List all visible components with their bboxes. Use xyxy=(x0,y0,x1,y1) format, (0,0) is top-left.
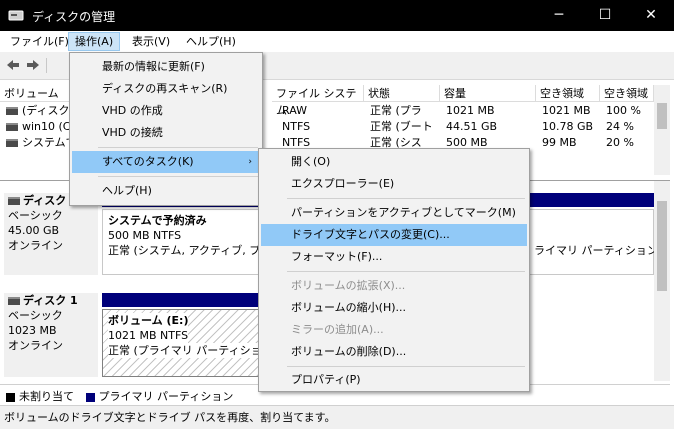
menu-mark-active[interactable]: パーティションをアクティブとしてマーク(M) xyxy=(261,202,527,224)
volume-list-scrollbar[interactable] xyxy=(654,85,670,175)
partition-size: 1021 MB NTFS xyxy=(108,328,189,343)
row-free-pct: 20 % xyxy=(606,136,634,149)
toolbar-separator xyxy=(46,58,47,73)
maximize-button[interactable]: ☐ xyxy=(582,0,628,31)
menu-shrink-volume[interactable]: ボリュームの縮小(H)... xyxy=(261,297,527,319)
partition-status: 正常 (プライマリ パーティション) xyxy=(108,343,277,358)
partition-status: 正常 (システム, アクティブ, プライ xyxy=(108,244,266,257)
menu-separator xyxy=(98,147,258,148)
menu-separator xyxy=(287,271,525,272)
window-title: ディスクの管理 xyxy=(32,10,116,24)
menu-action[interactable]: 操作(A) xyxy=(68,32,121,51)
row-free: 1021 MB xyxy=(542,104,591,117)
partition-title: ボリューム (E:) xyxy=(108,313,189,328)
menu-rescan-disks[interactable]: ディスクの再スキャン(R) xyxy=(72,78,260,100)
menu-view[interactable]: 表示(V) xyxy=(126,33,176,50)
scrollbar-thumb[interactable] xyxy=(657,103,667,129)
row-free-pct: 24 % xyxy=(606,120,634,133)
menu-all-tasks-label: すべてのタスク(K) xyxy=(102,155,194,168)
menu-separator xyxy=(287,366,525,367)
row-volume[interactable]: win10 (C xyxy=(22,119,70,135)
disk-view-scrollbar[interactable] xyxy=(654,181,670,381)
menu-properties[interactable]: プロパティ(P) xyxy=(261,369,527,391)
submenu-arrow-icon: › xyxy=(248,157,252,167)
volume-icon xyxy=(6,139,18,147)
disk-type: ベーシック xyxy=(8,309,63,322)
partition-title: システムで予約済み xyxy=(108,214,207,227)
title-bar: ディスクの管理 ─ ☐ ✕ xyxy=(0,0,674,31)
unallocated-swatch xyxy=(6,392,15,402)
row-free-pct: 100 % xyxy=(606,104,641,117)
menu-create-vhd[interactable]: VHD の作成 xyxy=(72,100,260,122)
row-volume[interactable]: システムで xyxy=(22,135,70,151)
column-filesystem[interactable]: ファイル システム xyxy=(272,85,364,117)
menu-all-tasks[interactable]: すべてのタスク(K) › xyxy=(72,151,260,173)
partition-header-bar xyxy=(102,293,272,307)
menu-open[interactable]: 開く(O) xyxy=(261,151,527,173)
row-capacity: 44.51 GB xyxy=(446,120,498,133)
menu-change-drive-letter[interactable]: ドライブ文字とパスの変更(C)... xyxy=(261,224,527,246)
menu-extend-volume: ボリュームの拡張(X)... xyxy=(291,279,406,292)
column-volume[interactable]: ボリューム xyxy=(0,85,72,102)
disk-management-icon xyxy=(8,10,24,21)
partition-system-reserved[interactable]: システムで予約済み 500 MB NTFS 正常 (システム, アクティブ, プ… xyxy=(102,209,272,275)
disk-name: ディスク 1 xyxy=(23,294,78,307)
menu-separator xyxy=(287,198,525,199)
disk-icon xyxy=(8,297,20,305)
menu-attach-vhd[interactable]: VHD の接続 xyxy=(72,122,260,144)
row-capacity: 1021 MB xyxy=(446,104,495,117)
minimize-button[interactable]: ─ xyxy=(536,0,582,31)
menu-file[interactable]: ファイル(F) xyxy=(4,33,75,50)
disk-size: 45.00 GB xyxy=(8,224,60,237)
disk-type: ベーシック xyxy=(8,209,63,222)
menu-refresh[interactable]: 最新の情報に更新(F) xyxy=(72,56,260,78)
partition-volume-e[interactable]: ボリューム (E:) 1021 MB NTFS 正常 (プライマリ パーティショ… xyxy=(102,309,277,377)
menu-help-item[interactable]: ヘルプ(H) xyxy=(72,180,260,202)
all-tasks-submenu: 開く(O) エクスプローラー(E) パーティションをアクティブとしてマーク(M)… xyxy=(258,148,530,392)
disk-state: オンライン xyxy=(8,239,63,252)
column-free-space[interactable]: 空き領域 xyxy=(536,85,600,102)
volume-icon xyxy=(6,107,18,115)
row-fs: RAW xyxy=(282,104,307,117)
menu-bar: ファイル(F) 操作(A) 表示(V) ヘルプ(H) xyxy=(0,31,674,52)
menu-separator xyxy=(98,176,258,177)
menu-delete-volume[interactable]: ボリュームの削除(D)... xyxy=(261,341,527,363)
row-free: 10.78 GB xyxy=(542,120,594,133)
legend-unallocated: 未割り当て xyxy=(19,390,74,403)
disk-size: 1023 MB xyxy=(8,324,57,337)
primary-swatch xyxy=(85,392,95,402)
forward-arrow-icon[interactable] xyxy=(26,58,40,72)
partition-header-bar xyxy=(528,193,654,207)
menu-format[interactable]: フォーマット(F)... xyxy=(261,246,527,268)
disk-state: オンライン xyxy=(8,339,63,352)
disk-1-label[interactable]: ディスク 1 ベーシック 1023 MB オンライン xyxy=(4,293,98,377)
partition-status: ライマリ パーティション) xyxy=(534,244,663,257)
disk-icon xyxy=(8,197,20,205)
partition-c[interactable]: ライマリ パーティション) xyxy=(528,209,663,275)
partition-size: 500 MB NTFS xyxy=(108,229,182,242)
menu-add-mirror: ミラーの追加(A)... xyxy=(291,323,384,336)
close-button[interactable]: ✕ xyxy=(628,0,674,31)
column-status[interactable]: 状態 xyxy=(364,85,440,102)
status-bar: ボリュームのドライブ文字とドライブ パスを再度、割り当てます。 xyxy=(0,405,674,429)
row-status: 正常 (プラ xyxy=(370,104,422,117)
row-free: 99 MB xyxy=(542,136,577,149)
menu-explorer[interactable]: エクスプローラー(E) xyxy=(261,173,527,195)
back-arrow-icon[interactable] xyxy=(6,58,20,72)
row-status: 正常 (ブート xyxy=(370,120,433,133)
menu-help[interactable]: ヘルプ(H) xyxy=(180,33,242,50)
legend-primary: プライマリ パーティション xyxy=(98,390,234,403)
row-volume[interactable]: (ディスク xyxy=(22,103,70,119)
column-free-percent[interactable]: 空き領域 xyxy=(600,85,654,102)
volume-icon xyxy=(6,123,18,131)
scrollbar-thumb[interactable] xyxy=(657,201,667,291)
column-capacity[interactable]: 容量 xyxy=(440,85,536,102)
row-fs: NTFS xyxy=(282,120,311,133)
action-menu: 最新の情報に更新(F) ディスクの再スキャン(R) VHD の作成 VHD の接… xyxy=(69,52,263,206)
